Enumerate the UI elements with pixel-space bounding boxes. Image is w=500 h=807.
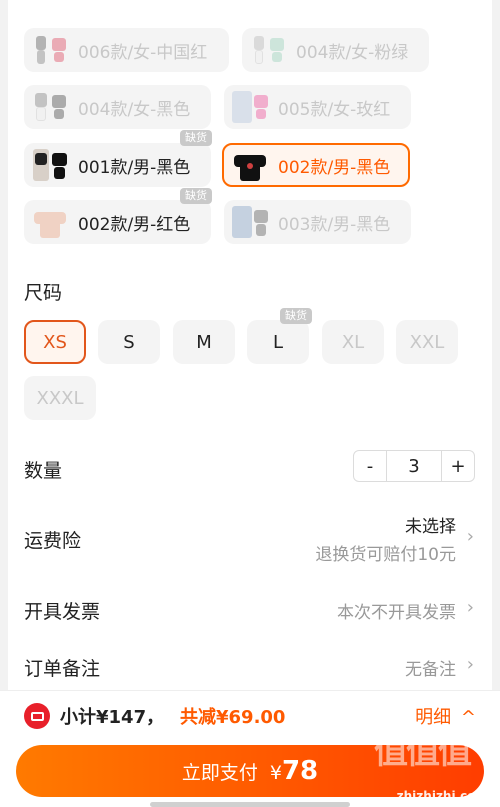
variant-label: 002款/男-黑色: [278, 157, 391, 178]
order-note-label: 订单备注: [24, 658, 101, 680]
variant-chip-004-pink-green[interactable]: 004款/女-粉绿: [242, 28, 429, 72]
variant-thumbnail: [30, 89, 70, 125]
invoice-label: 开具发票: [24, 601, 101, 623]
variant-label: 006款/女-中国红: [78, 42, 208, 63]
chevron-right-icon: ›: [466, 654, 474, 675]
quantity-stepper: - 3 +: [353, 450, 475, 482]
out-of-stock-badge: 缺货: [180, 130, 212, 146]
variant-thumbnail: [230, 89, 270, 125]
out-of-stock-badge: 缺货: [180, 188, 212, 204]
variant-chip-006-red[interactable]: 006款/女-中国红: [24, 28, 229, 72]
invoice-value: 本次不开具发票: [337, 603, 456, 623]
shipping-insurance-value: 未选择: [405, 517, 456, 537]
subtotal-text: 小计¥147，: [60, 707, 165, 728]
pay-amount: ¥78: [269, 756, 319, 786]
size-option-xs[interactable]: XS: [24, 320, 86, 364]
variant-chip-005-rose[interactable]: 005款/女-玫红: [224, 85, 411, 129]
variant-thumbnail: [230, 147, 270, 183]
size-option-xl[interactable]: XL: [322, 320, 384, 364]
pay-now-label: 立即支付: [181, 761, 258, 784]
variant-chip-001-black[interactable]: 001款/男-黑色: [24, 143, 211, 187]
quantity-decrement-button[interactable]: -: [354, 451, 386, 481]
out-of-stock-badge: 缺货: [280, 308, 312, 324]
variant-label: 003款/男-黑色: [278, 214, 391, 235]
size-section-title: 尺码: [24, 282, 63, 304]
quantity-increment-button[interactable]: +: [442, 451, 474, 481]
variant-label: 004款/女-粉绿: [296, 42, 409, 63]
size-option-xxxl[interactable]: XXXL: [24, 376, 96, 420]
variant-thumbnail: [30, 147, 70, 183]
size-option-l[interactable]: L: [247, 320, 309, 364]
coupon-icon: [24, 703, 50, 729]
chevron-right-icon: ›: [466, 526, 474, 547]
variant-thumbnail: [248, 32, 288, 68]
watermark-site: zhizhizhi.com: [396, 789, 488, 803]
variant-chip-002-black[interactable]: 002款/男-黑色: [222, 143, 410, 187]
variant-label: 005款/女-玫红: [278, 99, 391, 120]
checkout-bar: 小计¥147， 共减¥69.00 明细 ^ 立即支付 ¥78 值值值 zhizh…: [0, 690, 500, 807]
watermark-glyphs: 值值值: [374, 732, 472, 772]
variant-chip-004-black[interactable]: 004款/女-黑色: [24, 85, 211, 129]
size-option-xxl[interactable]: XXL: [396, 320, 458, 364]
variant-label: 004款/女-黑色: [78, 99, 191, 120]
variant-thumbnail: [230, 204, 270, 240]
variant-thumbnail: [30, 32, 70, 68]
shipping-insurance-label: 运费险: [24, 530, 82, 552]
size-option-m[interactable]: M: [173, 320, 235, 364]
discount-total: 共减¥69.00: [180, 707, 286, 728]
variant-label: 002款/男-红色: [78, 214, 191, 235]
chevron-right-icon: ›: [466, 597, 474, 618]
home-indicator: [150, 802, 350, 807]
variant-chip-003-black[interactable]: 003款/男-黑色: [224, 200, 411, 244]
quantity-value[interactable]: 3: [386, 451, 442, 481]
variant-thumbnail: [30, 204, 70, 240]
order-note-value: 无备注: [405, 660, 456, 680]
variant-chip-002-red[interactable]: 002款/男-红色: [24, 200, 211, 244]
size-option-s[interactable]: S: [98, 320, 160, 364]
shipping-insurance-sub: 退换货可赔付10元: [315, 545, 456, 565]
quantity-label: 数量: [24, 460, 63, 482]
variant-label: 001款/男-黑色: [78, 157, 191, 178]
